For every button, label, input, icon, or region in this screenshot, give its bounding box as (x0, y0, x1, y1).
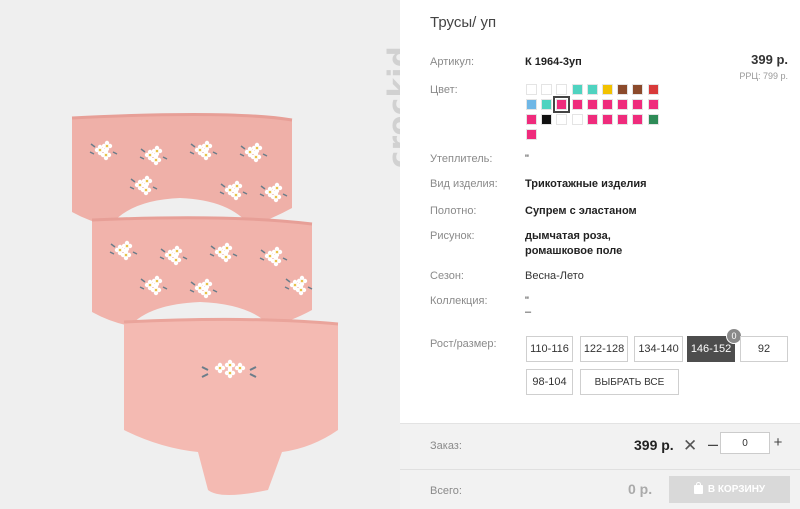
quantity-input[interactable] (720, 432, 770, 454)
color-swatch[interactable] (526, 99, 537, 110)
color-swatch[interactable] (602, 99, 613, 110)
color-swatch[interactable] (541, 84, 552, 95)
pattern-value-line2: ромашковое поле (525, 245, 623, 257)
color-swatch[interactable] (632, 99, 643, 110)
color-swatch[interactable] (648, 114, 659, 125)
color-swatch[interactable] (617, 99, 628, 110)
add-to-cart-button[interactable]: В КОРЗИНУ (669, 476, 790, 503)
brand-logo: crockid (352, 28, 400, 168)
size-92-button[interactable]: 92 (740, 336, 788, 362)
collection-label: Коллекция: (430, 295, 488, 307)
pattern-label: Рисунок: (430, 230, 475, 242)
pattern-value-line1: дымчатая роза, (525, 230, 611, 242)
color-swatch[interactable] (526, 84, 537, 95)
color-swatch[interactable] (587, 114, 598, 125)
decrease-quantity-button[interactable]: – (706, 434, 720, 455)
color-swatch[interactable] (541, 114, 552, 125)
order-price: 399 р. (634, 437, 674, 453)
color-swatch[interactable] (587, 99, 598, 110)
color-label: Цвет: (430, 84, 458, 96)
size-134-140-button[interactable]: 134-140 (634, 336, 683, 362)
color-swatch[interactable] (572, 114, 583, 125)
color-swatch[interactable] (648, 84, 659, 95)
article-value: К 1964-3уп (525, 56, 582, 68)
color-swatch[interactable] (617, 84, 628, 95)
article-label: Артикул: (430, 56, 475, 68)
color-swatch[interactable] (602, 114, 613, 125)
add-to-cart-label: В КОРЗИНУ (707, 484, 766, 495)
type-value: Трикотажные изделия (525, 178, 647, 190)
color-swatch[interactable] (602, 84, 613, 95)
fabric-value: Супрем с эластаном (525, 205, 637, 217)
size-110-116-button[interactable]: 110-116 (526, 336, 573, 362)
color-swatch[interactable] (632, 114, 643, 125)
panties-illustration (71, 112, 339, 495)
insulation-value: " (525, 153, 529, 165)
color-swatch[interactable] (572, 84, 583, 95)
season-label: Сезон: (430, 270, 464, 282)
color-swatch[interactable] (632, 84, 643, 95)
select-all-sizes-button[interactable]: ВЫБРАТЬ ВСЕ (580, 369, 679, 395)
color-swatch[interactable] (541, 99, 552, 110)
collection-value-line2: – (525, 306, 532, 318)
product-price: 399 р. (751, 52, 788, 67)
total-label: Всего: (430, 485, 462, 497)
color-swatch[interactable] (617, 114, 628, 125)
total-value: 0 р. (628, 481, 653, 497)
color-swatch[interactable] (648, 99, 659, 110)
brand-logo-text: crockid (382, 45, 400, 168)
product-image[interactable]: crockid (0, 0, 400, 509)
type-label: Вид изделия: (430, 178, 498, 190)
color-swatch[interactable] (556, 84, 567, 95)
color-swatch[interactable] (553, 96, 570, 113)
season-value: Весна-Лето (525, 270, 584, 282)
size-98-104-button[interactable]: 98-104 (526, 369, 573, 395)
rrp-price: РРЦ: 799 р. (739, 71, 788, 81)
size-label: Рост/размер: (430, 338, 497, 350)
size-122-128-button[interactable]: 122-128 (580, 336, 628, 362)
shopping-bag-icon (693, 482, 703, 494)
color-swatch[interactable] (526, 114, 537, 125)
order-label: Заказ: (430, 440, 462, 452)
order-divider (400, 469, 800, 470)
remove-icon[interactable]: ✕ (683, 436, 697, 456)
color-swatch[interactable] (526, 129, 537, 140)
color-swatch[interactable] (587, 84, 598, 95)
color-swatch[interactable] (556, 114, 567, 125)
fabric-label: Полотно: (430, 205, 477, 217)
color-swatch[interactable] (572, 99, 583, 110)
increase-quantity-button[interactable]: + (771, 434, 785, 451)
insulation-label: Утеплитель: (430, 153, 493, 165)
product-title: Трусы/ уп (430, 14, 497, 31)
